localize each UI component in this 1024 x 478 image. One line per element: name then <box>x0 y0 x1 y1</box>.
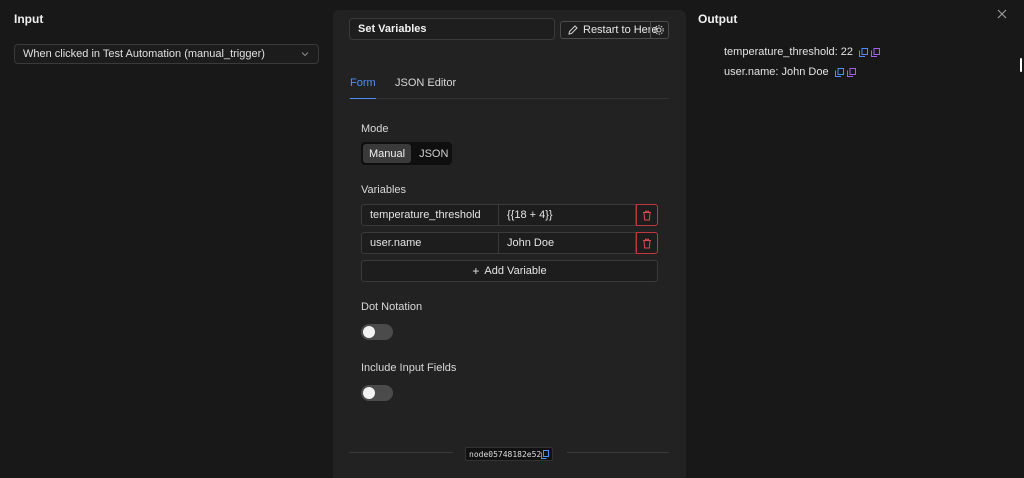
output-panel-title: Output <box>698 12 738 26</box>
copy-value-icon[interactable] <box>834 67 844 77</box>
variable-name-input[interactable]: user.name <box>361 232 499 254</box>
include-input-fields-toggle[interactable] <box>361 385 393 401</box>
chevron-down-icon <box>301 52 309 57</box>
mode-toggle: Manual JSON <box>361 142 452 165</box>
copy-path-icon[interactable] <box>871 47 881 57</box>
output-item-text: user.name: John Doe <box>724 66 829 78</box>
footer-divider <box>349 452 453 453</box>
input-panel-title: Input <box>14 12 44 26</box>
toggle-knob <box>363 387 375 399</box>
copy-path-icon[interactable] <box>846 67 856 77</box>
delete-variable-button[interactable] <box>636 204 658 226</box>
mode-option-manual[interactable]: Manual <box>363 144 412 163</box>
gear-icon[interactable] <box>653 24 665 36</box>
tab-json-editor[interactable]: JSON Editor <box>395 77 456 98</box>
input-panel: Input When clicked in Test Automation (m… <box>0 0 333 478</box>
variable-row: user.name John Doe <box>361 232 658 254</box>
restart-label: Restart to Here <box>583 24 658 36</box>
input-source-value: When clicked in Test Automation (manual_… <box>23 48 265 60</box>
copy-value-icon[interactable] <box>859 47 869 57</box>
node-id-text: node05748182e52 <box>469 449 542 459</box>
output-item: user.name: John Doe <box>724 65 856 79</box>
trash-icon <box>643 238 651 248</box>
dot-notation-toggle[interactable] <box>361 324 393 340</box>
node-tabs: Form JSON Editor <box>349 76 669 99</box>
restart-to-here-button[interactable]: Restart to Here <box>560 21 669 39</box>
add-variable-button[interactable]: + Add Variable <box>361 260 658 282</box>
trash-icon <box>643 210 651 220</box>
node-config-panel: Set Variables Restart to Here Form JSON … <box>333 10 686 478</box>
button-divider <box>650 22 651 38</box>
close-icon[interactable] <box>996 8 1008 20</box>
plus-icon: + <box>472 264 480 278</box>
toggle-knob <box>363 326 375 338</box>
include-input-fields-label: Include Input Fields <box>361 362 457 374</box>
node-name-input[interactable]: Set Variables <box>349 18 555 40</box>
variable-value-input[interactable]: {{18 + 4}} <box>499 204 636 226</box>
input-source-select[interactable]: When clicked in Test Automation (manual_… <box>14 44 319 64</box>
add-variable-label: Add Variable <box>484 265 547 277</box>
output-item: temperature_threshold: 22 <box>724 45 881 59</box>
pencil-icon <box>568 25 578 35</box>
scrollbar-thumb[interactable] <box>1020 58 1022 72</box>
output-item-text: temperature_threshold: 22 <box>724 46 854 58</box>
dot-notation-label: Dot Notation <box>361 301 423 313</box>
copy-icon[interactable] <box>541 450 549 459</box>
mode-option-json[interactable]: JSON <box>413 144 454 163</box>
footer-divider <box>567 452 669 453</box>
variable-row: temperature_threshold {{18 + 4}} <box>361 204 658 226</box>
variable-name-input[interactable]: temperature_threshold <box>361 204 499 226</box>
mode-label: Mode <box>361 123 389 135</box>
node-id-badge: node05748182e52 <box>465 447 553 461</box>
variables-label: Variables <box>361 184 407 196</box>
delete-variable-button[interactable] <box>636 232 658 254</box>
variable-value-input[interactable]: John Doe <box>499 232 636 254</box>
tab-form[interactable]: Form <box>350 77 376 99</box>
